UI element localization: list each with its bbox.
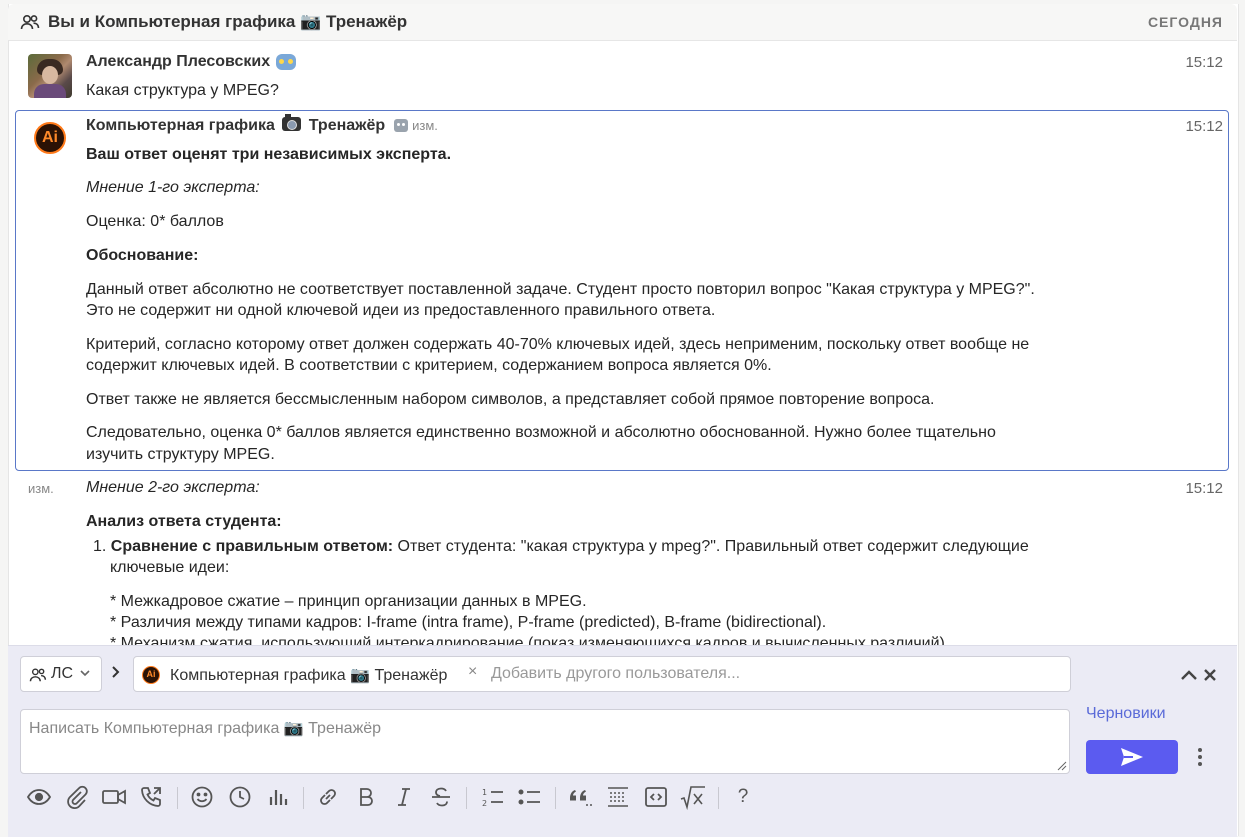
bullet-line: * Межкадровое сжатие – принцип организац… bbox=[110, 593, 587, 610]
message-line: Анализ ответа студента: bbox=[86, 513, 282, 530]
phone-icon[interactable] bbox=[139, 784, 165, 810]
message-text: Какая структура у MPEG? bbox=[86, 82, 279, 99]
emoji-icon[interactable] bbox=[189, 784, 215, 810]
message-line: изучить структуру MPEG. bbox=[86, 446, 275, 463]
message-time[interactable]: 15:12 bbox=[1185, 54, 1223, 71]
svg-text:2: 2 bbox=[482, 799, 487, 808]
numbered-list-icon[interactable]: 12 bbox=[480, 784, 506, 810]
send-icon bbox=[1121, 748, 1143, 766]
message-line: Оценка: 0* баллов bbox=[86, 213, 224, 230]
message-line: Критерий, согласно которому ответ должен… bbox=[86, 336, 1030, 353]
message-line: Обоснование: bbox=[86, 247, 199, 264]
bot-avatar[interactable]: Ai bbox=[34, 122, 66, 154]
avatar[interactable] bbox=[28, 54, 72, 98]
dm-type-select[interactable]: ЛС bbox=[20, 656, 102, 692]
chevron-down-icon bbox=[80, 670, 90, 677]
add-user-input[interactable]: Добавить другого пользователя... bbox=[491, 665, 740, 683]
remove-recipient-button[interactable]: × bbox=[468, 663, 477, 681]
bot-avatar: Ai bbox=[142, 666, 160, 684]
list-item-continuation: ключевые идеи: bbox=[110, 559, 230, 576]
list-item: 1. Сравнение с правильным ответом: Ответ… bbox=[93, 538, 1029, 555]
message-time[interactable]: 15:12 bbox=[1185, 118, 1223, 135]
recipient-pill: Компьютерная графика 📷 Тренажёр bbox=[170, 667, 448, 684]
collapse-icon[interactable] bbox=[1180, 668, 1198, 682]
send-button[interactable] bbox=[1086, 740, 1178, 774]
message-line: Данный ответ абсолютно не соответствует … bbox=[86, 281, 1035, 298]
message-line: Мнение 2-го эксперта: bbox=[86, 479, 260, 496]
message-line: Мнение 1-го эксперта: bbox=[86, 179, 260, 196]
message-line: Это не содержит ни одной ключевой идеи и… bbox=[86, 302, 716, 319]
bulleted-list-icon[interactable] bbox=[517, 784, 543, 810]
robot-emoji-icon bbox=[276, 53, 297, 70]
date-separator: СЕГОДНЯ bbox=[1147, 14, 1223, 30]
help-button[interactable]: ? bbox=[730, 784, 756, 810]
math-icon[interactable] bbox=[680, 784, 706, 810]
edited-label: изм. bbox=[412, 118, 438, 133]
dm-type-label: ЛС bbox=[51, 665, 74, 682]
bold-icon[interactable] bbox=[353, 784, 379, 810]
poll-icon[interactable] bbox=[265, 784, 291, 810]
strikethrough-icon[interactable] bbox=[428, 784, 454, 810]
recipient-field[interactable]: Ai Компьютерная графика 📷 Тренажёр × Доб… bbox=[133, 656, 1071, 692]
clock-icon[interactable] bbox=[227, 784, 253, 810]
paperclip-icon[interactable] bbox=[64, 784, 90, 810]
video-camera-icon[interactable] bbox=[101, 784, 127, 810]
conversation-header: Вы и Компьютерная графика 📷 Тренажёр СЕГ… bbox=[8, 4, 1237, 41]
message-line: Ваш ответ оценят три независимых эксперт… bbox=[86, 146, 452, 163]
message-sender[interactable]: Компьютерная графика Тренажёр изм. bbox=[86, 114, 438, 135]
edited-label: изм. bbox=[28, 481, 54, 496]
people-icon bbox=[20, 14, 40, 30]
italic-icon[interactable] bbox=[391, 784, 417, 810]
drafts-link[interactable]: Черновики bbox=[1086, 705, 1166, 723]
resize-handle-icon[interactable] bbox=[1057, 761, 1067, 771]
message-line: Следовательно, оценка 0* баллов является… bbox=[86, 424, 996, 441]
message-line: содержит ключевых идей. В соответствии с… bbox=[86, 357, 772, 374]
bot-badge-icon bbox=[393, 119, 408, 133]
eye-icon[interactable] bbox=[26, 784, 52, 810]
quote-icon[interactable] bbox=[567, 784, 593, 810]
bullet-line: * Механизм сжатия, использующий интеркад… bbox=[110, 635, 950, 645]
message-sender[interactable]: Александр Плесовских bbox=[86, 53, 297, 71]
spoiler-icon[interactable] bbox=[605, 784, 631, 810]
camera-icon bbox=[282, 114, 302, 131]
chevron-right-icon bbox=[112, 666, 120, 678]
message-time[interactable]: 15:12 bbox=[1185, 480, 1223, 497]
more-options-icon[interactable] bbox=[1196, 747, 1204, 767]
conversation-title: Вы и Компьютерная графика 📷 Тренажёр bbox=[48, 12, 408, 31]
link-icon[interactable] bbox=[315, 784, 341, 810]
message-input[interactable]: Написать Компьютерная графика 📷 Тренажёр bbox=[20, 709, 1070, 774]
close-icon[interactable] bbox=[1203, 668, 1217, 682]
message-placeholder: Написать Компьютерная графика 📷 Тренажёр bbox=[29, 720, 382, 737]
code-icon[interactable] bbox=[643, 784, 669, 810]
message-line: Ответ также не является бессмысленным на… bbox=[86, 391, 935, 408]
bullet-line: * Различия между типами кадров: I-frame … bbox=[110, 614, 827, 631]
svg-text:1: 1 bbox=[482, 788, 487, 797]
people-icon bbox=[29, 668, 47, 682]
